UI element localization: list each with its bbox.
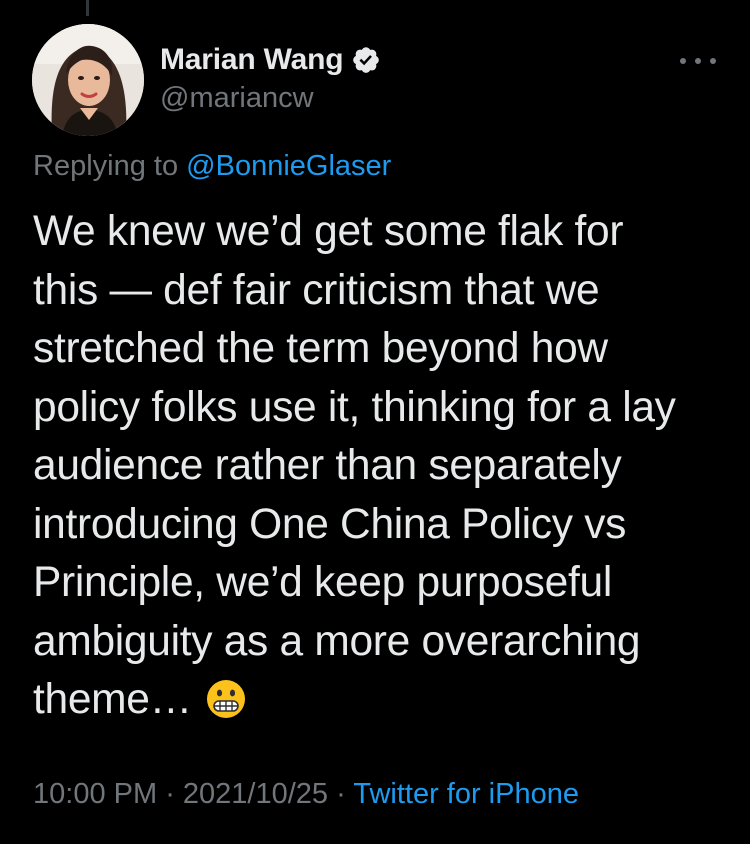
tweet-source-link[interactable]: Twitter for iPhone [353, 778, 579, 810]
grimacing-face-emoji-icon [206, 677, 246, 718]
meta-separator: · [157, 778, 183, 810]
avatar-photo [32, 24, 144, 136]
reply-mention-link[interactable]: @BonnieGlaser [186, 150, 391, 182]
tweet-time[interactable]: 10:00 PM [33, 778, 157, 810]
more-dot [695, 58, 701, 64]
meta-separator: · [328, 778, 354, 810]
tweet-date[interactable]: 2021/10/25 [183, 778, 328, 810]
tweet-text-last-line: theme… [33, 671, 733, 730]
tweet-text-line: introducing One China Policy vs [33, 500, 627, 548]
author-name[interactable]: Marian Wang [160, 43, 344, 77]
tweet-text: We knew we’d get some flak for this — de… [33, 203, 733, 730]
tweet-text-line: Principle, we’d keep purposeful [33, 559, 612, 606]
tweet-text-line: policy folks use it, thinking for a lay [33, 383, 676, 431]
tweet-text-line: We knew we’d get some flak for [33, 208, 624, 255]
thread-connector-line [86, 0, 89, 16]
more-dots-icon[interactable] [680, 56, 716, 66]
replying-to-label: Replying to [33, 150, 187, 182]
tweet-text-line: this — def fair criticism that we [33, 266, 600, 314]
tweet-text-line: audience rather than separately [33, 442, 622, 489]
tweet-text-line: ambiguity as a more overarching [33, 617, 641, 665]
replying-to: Replying to @BonnieGlaser [33, 150, 391, 183]
tweet-text-line: theme… [33, 676, 192, 723]
more-dot [710, 58, 716, 64]
avatar[interactable] [32, 24, 144, 136]
verified-badge-icon [351, 45, 381, 75]
author-name-row: Marian Wang [160, 40, 381, 80]
tweet-meta: 10:00 PM · 2021/10/25 · Twitter for iPho… [33, 778, 579, 811]
author-handle[interactable]: @mariancw [160, 82, 381, 115]
more-dot [680, 58, 686, 64]
author-block: Marian Wang @mariancw [160, 40, 381, 115]
tweet-text-line: stretched the term beyond how [33, 325, 608, 372]
